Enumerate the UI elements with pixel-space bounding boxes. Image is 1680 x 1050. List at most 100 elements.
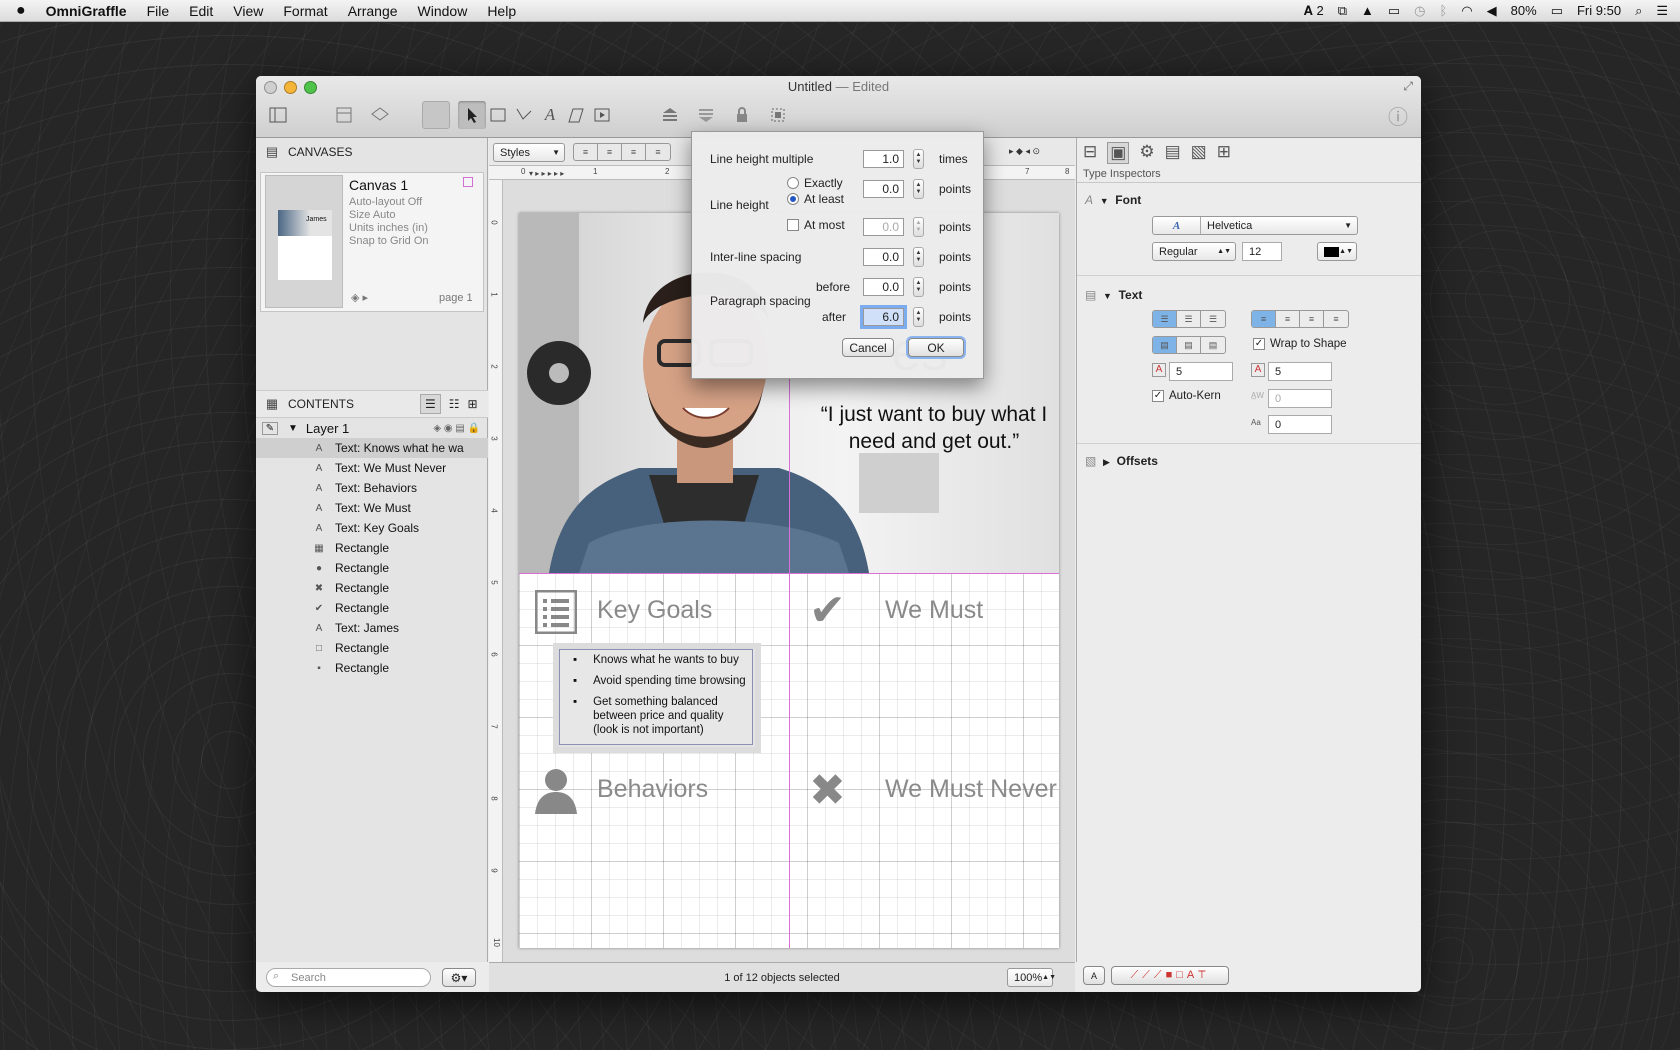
- kerning-field[interactable]: 0: [1268, 389, 1332, 408]
- auto-kern-checkbox[interactable]: ✓ Auto-Kern: [1152, 390, 1221, 402]
- behaviors-title[interactable]: Behaviors: [597, 775, 708, 804]
- at-most-field[interactable]: 0.0: [863, 218, 904, 236]
- x-mark-icon[interactable]: ✖: [809, 765, 846, 816]
- object-list-item[interactable]: A Text: We Must: [256, 498, 488, 518]
- ok-button[interactable]: OK: [908, 338, 964, 357]
- drive-icon[interactable]: ▲: [1361, 3, 1374, 18]
- presentation-icon[interactable]: [588, 101, 616, 129]
- exactly-radio[interactable]: Exactly: [787, 176, 843, 190]
- at-least-radio[interactable]: At least: [787, 192, 844, 206]
- baseline-field[interactable]: 0: [1268, 415, 1332, 434]
- apple-icon[interactable]: ●: [0, 2, 36, 20]
- type-inspector-icon[interactable]: ▣: [1107, 142, 1130, 164]
- menu-view[interactable]: View: [223, 3, 273, 19]
- font-section-header[interactable]: A ▼ Font: [1085, 193, 1141, 207]
- arrow-buttons[interactable]: ▸ ◆ ◂ ⊙: [1009, 146, 1040, 157]
- menu-help[interactable]: Help: [477, 3, 526, 19]
- menu-app-name[interactable]: OmniGraffle: [36, 3, 137, 19]
- bluetooth-icon[interactable]: ᛒ: [1440, 3, 1448, 18]
- stencil-icon[interactable]: ⊞: [1217, 142, 1231, 164]
- bullet-3[interactable]: ▪ Get something balanced between price an…: [573, 695, 749, 737]
- paragraph-before-field[interactable]: 0.0: [863, 278, 904, 296]
- menu-arrange[interactable]: Arrange: [338, 3, 408, 19]
- list-icon[interactable]: [534, 589, 578, 637]
- line-tool[interactable]: [510, 101, 538, 129]
- info-icon[interactable]: ⓘ: [1384, 101, 1412, 129]
- selection-tool[interactable]: [458, 101, 486, 129]
- notification-center-icon[interactable]: ☰: [1656, 3, 1668, 19]
- menu-edit[interactable]: Edit: [179, 3, 223, 19]
- send-back-icon[interactable]: [692, 101, 720, 129]
- font-color-well[interactable]: ▲▼: [1317, 242, 1357, 261]
- font-panel-icon[interactable]: A: [1153, 217, 1201, 234]
- menu-window[interactable]: Window: [408, 3, 478, 19]
- bullet-1[interactable]: ▪ Knows what he wants to buy: [573, 653, 739, 667]
- hierarchy-view-icon[interactable]: ☷: [449, 397, 460, 411]
- text-tool[interactable]: A: [536, 101, 564, 129]
- persona-quote-text[interactable]: “I just want to buy what I need and get …: [815, 401, 1053, 455]
- volume-icon[interactable]: ◀: [1487, 3, 1497, 19]
- vertical-align-segment[interactable]: ☰ ☰ ☰: [1152, 310, 1226, 328]
- object-list-item[interactable]: ▪ Rectangle: [256, 658, 488, 678]
- battery-percent[interactable]: 80%: [1511, 3, 1537, 18]
- alignment-segment[interactable]: ≡ ≡ ≡ ≡: [573, 143, 671, 161]
- properties-inspector-icon[interactable]: ⚙: [1139, 142, 1154, 164]
- inter-line-spacing-stepper[interactable]: ▲ ▼: [913, 247, 924, 267]
- search-input[interactable]: ⌕ Search: [266, 968, 431, 987]
- object-list-item[interactable]: A Text: Knows what he wa: [256, 438, 488, 458]
- object-list-item[interactable]: A Text: Key Goals: [256, 518, 488, 538]
- outline-view-icon[interactable]: ☰: [420, 394, 441, 414]
- person-silhouette-icon[interactable]: [533, 766, 579, 817]
- lock-icon[interactable]: [728, 101, 756, 129]
- grid-view-icon[interactable]: ⊞: [468, 397, 478, 411]
- layers-icon[interactable]: [366, 101, 394, 129]
- object-list-item[interactable]: ● Rectangle: [256, 558, 488, 578]
- we-must-title[interactable]: We Must: [885, 596, 983, 625]
- canvas-list-item[interactable]: James Canvas 1 Auto-layout Off Size Auto…: [260, 172, 484, 312]
- time-machine-icon[interactable]: ◷: [1414, 3, 1425, 19]
- offsets-section-header[interactable]: ▧ ▶ Offsets: [1085, 454, 1158, 468]
- text-section-header[interactable]: ▤ ▼ Text: [1085, 288, 1142, 302]
- paragraph-after-field[interactable]: 6.0: [863, 308, 904, 326]
- canvas-inspector-icon[interactable]: ▤: [1165, 142, 1181, 164]
- disclosure-triangle-icon[interactable]: ▼: [288, 423, 298, 434]
- right-margin-field[interactable]: 5: [1268, 362, 1332, 381]
- menu-format[interactable]: Format: [273, 3, 337, 19]
- at-least-stepper[interactable]: ▲ ▼: [913, 179, 924, 199]
- wrap-to-shape-checkbox[interactable]: ✓ Wrap to Shape: [1253, 338, 1347, 350]
- inter-line-spacing-field[interactable]: 0.0: [863, 248, 904, 266]
- sidebar-toggle-button[interactable]: [264, 101, 292, 129]
- object-list-item[interactable]: A Text: Behaviors: [256, 478, 488, 498]
- font-size-field[interactable]: 12: [1242, 242, 1282, 261]
- menu-file[interactable]: File: [137, 3, 180, 19]
- text-style-button[interactable]: A: [1083, 966, 1105, 985]
- bullet-2[interactable]: ▪ Avoid spending time browsing: [573, 674, 746, 688]
- wifi-icon[interactable]: ◠: [1461, 3, 1472, 19]
- canvas-layers-icon[interactable]: ◈ ▸: [351, 291, 368, 304]
- object-list-item[interactable]: A Text: James: [256, 618, 488, 638]
- action-gear-button[interactable]: ⚙▾: [442, 968, 476, 987]
- fullscreen-icon[interactable]: ⤢: [1403, 79, 1413, 94]
- line-height-multiple-field[interactable]: 1.0: [863, 150, 904, 168]
- object-list-item[interactable]: ▦ Rectangle: [256, 538, 488, 558]
- style-swatches[interactable]: ⟋⟋⟋■□A⊤: [1111, 966, 1229, 985]
- group-icon[interactable]: [764, 101, 792, 129]
- key-goals-title[interactable]: Key Goals: [597, 596, 712, 625]
- left-margin-field[interactable]: 5: [1169, 362, 1233, 381]
- paragraph-before-stepper[interactable]: ▲ ▼: [913, 277, 924, 297]
- layer-controls-icon[interactable]: ◈ ◉ ▤ 🔒: [433, 423, 488, 434]
- font-family-popup[interactable]: A Helvetica ▼: [1152, 216, 1358, 235]
- at-most-checkbox[interactable]: At most: [787, 218, 845, 232]
- styles-popup[interactable]: Styles ▼: [493, 143, 565, 162]
- adobe-icon[interactable]: 𝐀 2: [1304, 3, 1324, 19]
- object-list-item[interactable]: ✖ Rectangle: [256, 578, 488, 598]
- copy-icon[interactable]: ⧉: [1338, 3, 1347, 19]
- font-style-popup[interactable]: Regular ▲▼: [1152, 242, 1236, 261]
- object-list-item[interactable]: A Text: We Must Never: [256, 458, 488, 478]
- horizontal-align-segment[interactable]: ≡ ≡ ≡ ≡: [1251, 310, 1349, 328]
- checkmark-icon[interactable]: ✔: [809, 585, 846, 636]
- edit-layer-icon[interactable]: ✎: [262, 421, 278, 435]
- airplay-icon[interactable]: ▭: [1388, 3, 1400, 19]
- battery-icon[interactable]: ▭: [1551, 3, 1563, 19]
- bring-front-icon[interactable]: [656, 101, 684, 129]
